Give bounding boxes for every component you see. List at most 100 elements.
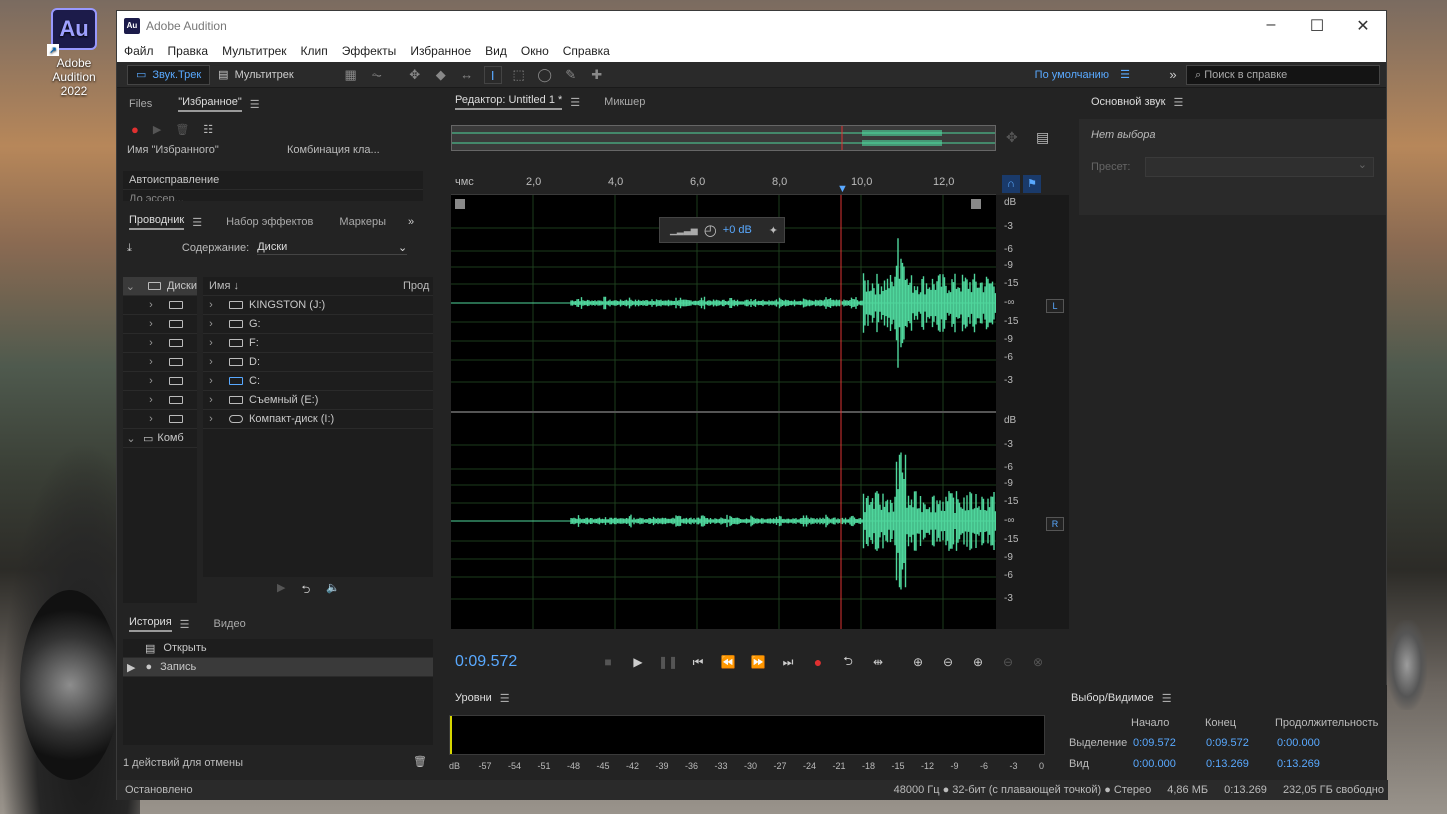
- edit-favorite-icon[interactable]: ☷: [203, 123, 213, 136]
- menu-view[interactable]: Вид: [485, 44, 507, 58]
- chevron-right-icon[interactable]: ›: [143, 318, 159, 330]
- loop-icon[interactable]: ⮌: [833, 652, 863, 673]
- waveform-display[interactable]: ▁▂▃▅ ◴ +0 dB ✦: [450, 195, 997, 629]
- loop-file-icon[interactable]: ⮌: [301, 581, 310, 600]
- trash-icon[interactable]: 🗑: [413, 755, 427, 768]
- help-search-input[interactable]: ⌕ Поиск в справке: [1186, 64, 1380, 85]
- tab-editor[interactable]: Редактор: Untitled 1 *: [455, 94, 563, 110]
- desktop-app-icon[interactable]: Au ↗ Adobe Audition 2022: [42, 8, 106, 98]
- menu-favorites[interactable]: Избранное: [410, 44, 471, 58]
- menu-multitrack[interactable]: Мультитрек: [222, 44, 286, 58]
- play-icon[interactable]: ▶: [623, 655, 653, 669]
- import-icon[interactable]: ⤓: [127, 242, 132, 255]
- pause-icon[interactable]: ❚❚: [653, 655, 683, 669]
- current-time[interactable]: 0:09.572: [455, 653, 593, 671]
- panel-menu-icon[interactable]: ☰: [192, 216, 202, 229]
- list-item[interactable]: Автоисправление: [123, 171, 423, 190]
- panel-menu-icon[interactable]: ☰: [180, 618, 190, 631]
- panel-menu-icon[interactable]: ☰: [500, 692, 510, 705]
- minimize-button[interactable]: –: [1248, 16, 1294, 36]
- menu-file[interactable]: Файл: [124, 44, 154, 58]
- play-favorite-icon[interactable]: ▶: [153, 123, 161, 136]
- col-favorite-name[interactable]: Имя "Избранного": [127, 144, 287, 156]
- chevron-right-icon[interactable]: ›: [143, 394, 159, 406]
- chevron-down-icon[interactable]: ⌄: [123, 432, 139, 445]
- stop-icon[interactable]: ■: [593, 655, 623, 669]
- channel-left-toggle[interactable]: L: [1046, 299, 1064, 313]
- time-selection-tool-icon[interactable]: I: [483, 65, 502, 84]
- selection-end[interactable]: 0:09.572: [1206, 737, 1249, 749]
- chevron-down-icon[interactable]: ⌄: [123, 280, 138, 293]
- record-favorite-icon[interactable]: ●: [131, 122, 139, 137]
- chevron-right-icon[interactable]: ›: [143, 337, 159, 349]
- pin-icon[interactable]: ✦: [769, 224, 778, 237]
- fast-forward-icon[interactable]: ⏩: [743, 655, 773, 669]
- marker-pin-icon[interactable]: ⚑: [1023, 175, 1041, 193]
- preset-select[interactable]: ⌄: [1144, 157, 1374, 177]
- tab-history[interactable]: История: [129, 616, 172, 632]
- zoom-in-time-icon[interactable]: ⊕: [963, 655, 993, 669]
- col-shortcut[interactable]: Комбинация кла...: [287, 144, 380, 156]
- chevron-right-icon[interactable]: ›: [143, 375, 159, 387]
- waveform-view-button[interactable]: ▭ Звук.Трек: [127, 64, 211, 85]
- channel-right-toggle[interactable]: R: [1046, 517, 1064, 531]
- menu-window[interactable]: Окно: [521, 44, 549, 58]
- panel-menu-icon[interactable]: ☰: [570, 96, 580, 109]
- time-ruler[interactable]: чмс 2,0 4,0 6,0 8,0 10,0 12,0 ▼: [451, 173, 996, 195]
- panel-menu-icon[interactable]: ☰: [1162, 692, 1172, 705]
- healing-tool-icon[interactable]: ✚: [588, 66, 606, 84]
- zoom-in-amplitude-icon[interactable]: ⊕: [903, 655, 933, 669]
- zoom-full-icon[interactable]: ⊗: [1023, 655, 1053, 669]
- spectral-display-icon[interactable]: ▦: [342, 66, 360, 84]
- razor-tool-icon[interactable]: ◆: [432, 66, 450, 84]
- list-item[interactable]: › Компакт-диск (I:): [203, 410, 433, 429]
- maximize-button[interactable]: ☐: [1294, 16, 1340, 36]
- play-file-icon[interactable]: ▶: [277, 581, 285, 600]
- lasso-tool-icon[interactable]: ◯: [536, 66, 554, 84]
- move-tool-icon[interactable]: ✥: [406, 66, 424, 84]
- tab-favorites[interactable]: "Избранное": [178, 96, 242, 112]
- menu-edit[interactable]: Правка: [168, 44, 209, 58]
- list-item[interactable]: › F:: [203, 334, 433, 353]
- tab-markers[interactable]: Маркеры: [339, 216, 386, 228]
- menu-effects[interactable]: Эффекты: [342, 44, 397, 58]
- more-workspaces-icon[interactable]: »: [1164, 66, 1182, 84]
- chevron-right-icon[interactable]: ›: [143, 299, 159, 311]
- view-duration[interactable]: 0:13.269: [1277, 758, 1320, 770]
- gain-knob-icon[interactable]: ◴: [704, 221, 717, 239]
- list-item[interactable]: › G:: [203, 315, 433, 334]
- chevron-right-icon[interactable]: ›: [143, 413, 159, 425]
- zoom-out-time-icon[interactable]: ⊖: [993, 655, 1023, 669]
- history-item[interactable]: ▤ Открыть: [123, 639, 433, 658]
- brush-tool-icon[interactable]: ✎: [562, 66, 580, 84]
- list-item[interactable]: › KINGSTON (J:): [203, 296, 433, 315]
- list-item[interactable]: › Съемный (E:): [203, 391, 433, 410]
- selection-duration[interactable]: 0:00.000: [1277, 737, 1320, 749]
- overview-options-icon[interactable]: ▤: [1036, 129, 1049, 146]
- overview-bar[interactable]: [451, 125, 996, 151]
- content-select[interactable]: Диски ⌄: [257, 241, 408, 255]
- snap-icon[interactable]: ∩: [1002, 175, 1020, 193]
- workspace-selector[interactable]: По умолчанию ☰: [1035, 68, 1130, 81]
- pitch-display-icon[interactable]: ⏦: [368, 66, 386, 84]
- skip-selection-icon[interactable]: ⇹: [863, 655, 893, 669]
- list-item[interactable]: До эссер...: [123, 190, 423, 201]
- selection-start[interactable]: 0:09.572: [1133, 737, 1176, 749]
- zoom-nav-icon[interactable]: ✥: [1006, 129, 1018, 146]
- autoplay-icon[interactable]: 🔈: [326, 581, 340, 600]
- tab-video[interactable]: Видео: [214, 618, 246, 630]
- multitrack-view-button[interactable]: ▤ Мультитрек: [210, 65, 302, 85]
- gain-value[interactable]: +0 dB: [723, 224, 752, 236]
- marquee-tool-icon[interactable]: ⬚: [510, 66, 528, 84]
- menu-clip[interactable]: Клип: [301, 44, 328, 58]
- history-item-current[interactable]: ▶ ● Запись: [123, 658, 433, 677]
- list-item[interactable]: › D:: [203, 353, 433, 372]
- go-to-end-icon[interactable]: ⏭: [773, 655, 803, 670]
- hud-gain-control[interactable]: ▁▂▃▅ ◴ +0 dB ✦: [659, 217, 785, 243]
- tree-root-label[interactable]: Диски: [167, 280, 197, 292]
- col-type-header[interactable]: Прод: [403, 280, 429, 292]
- chevron-right-icon[interactable]: ›: [143, 356, 159, 368]
- list-item[interactable]: › C:: [203, 372, 433, 391]
- tree-combo-label[interactable]: Комб: [157, 432, 183, 444]
- playhead-marker-icon[interactable]: ▼: [837, 183, 848, 195]
